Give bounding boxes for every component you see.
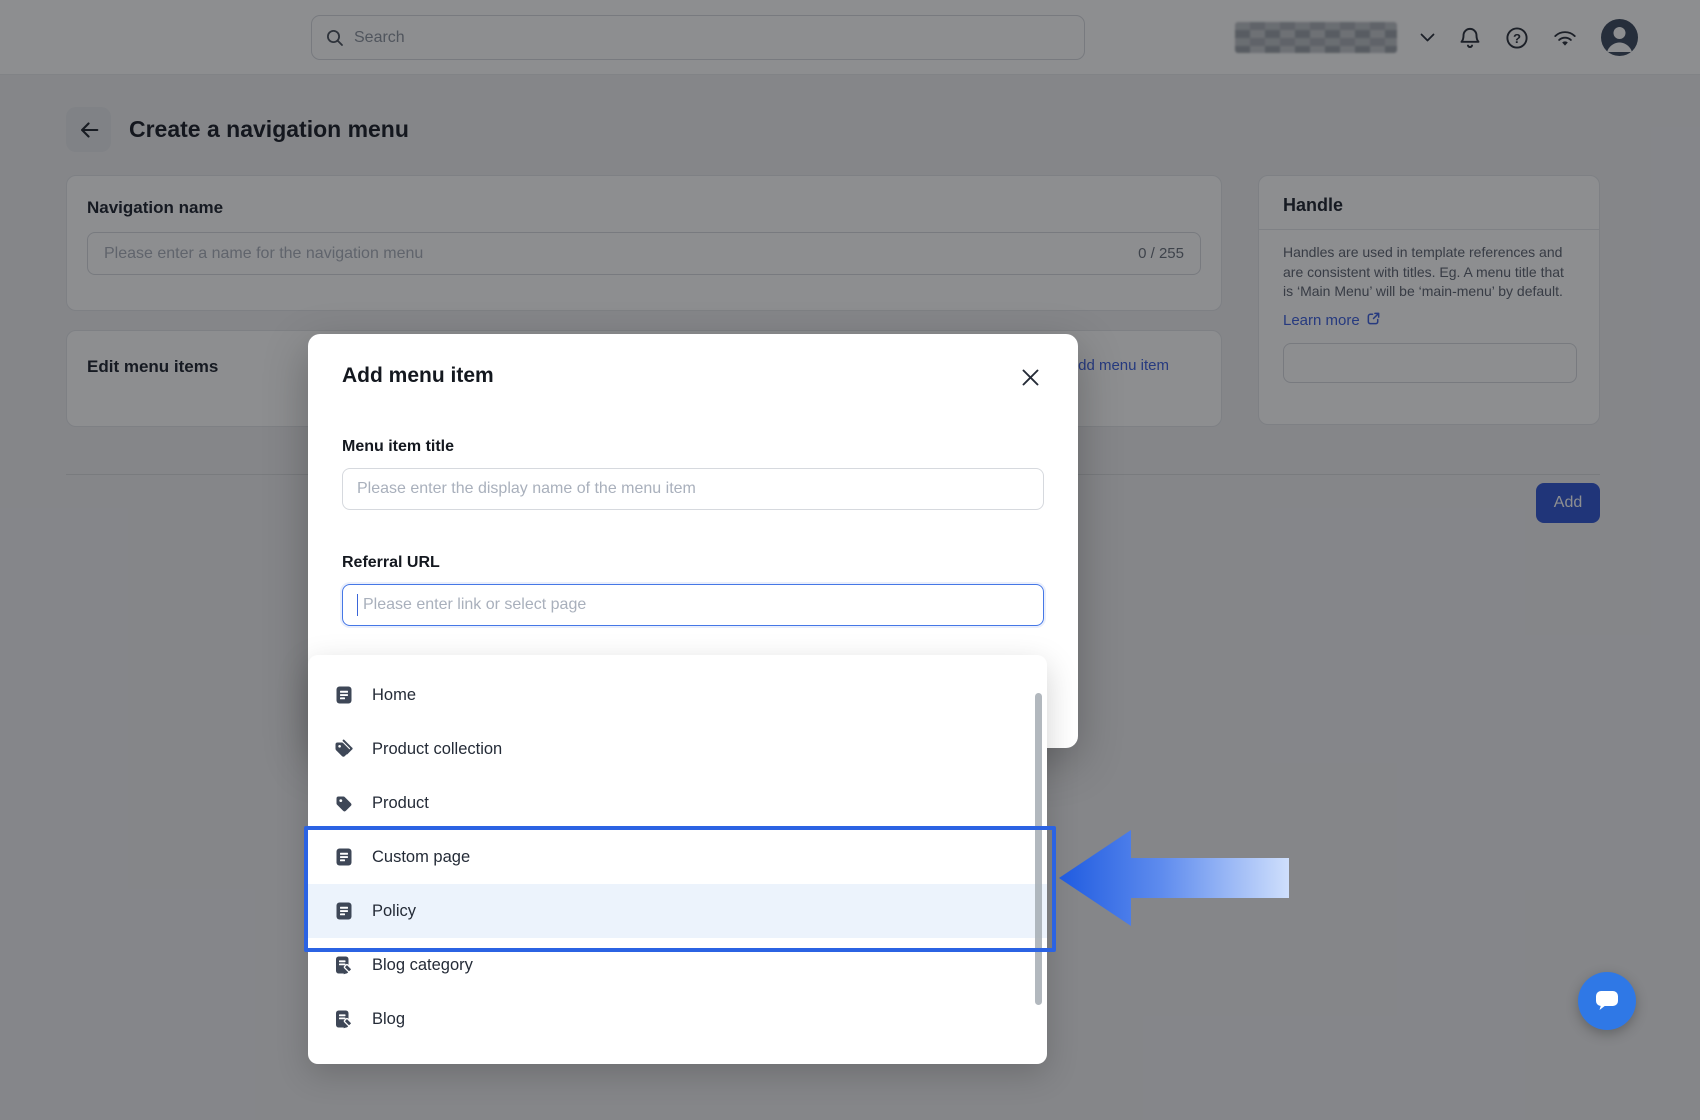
tag-icon <box>334 793 354 813</box>
modal-title: Add menu item <box>342 364 494 388</box>
dropdown-item[interactable]: Blog category <box>308 938 1047 992</box>
dropdown-item-label: Blog category <box>372 956 473 975</box>
blog-icon <box>334 955 354 975</box>
page-icon <box>334 685 354 705</box>
page-icon <box>334 847 354 867</box>
referral-url-input[interactable]: Please enter link or select page <box>342 584 1044 626</box>
dropdown-item[interactable]: Custom page <box>308 830 1047 884</box>
dropdown-item-label: Custom page <box>372 848 470 867</box>
tags-icon <box>334 739 354 759</box>
page-select-dropdown: Home Product collection Product Custom page… <box>308 655 1047 1064</box>
page-icon <box>334 901 354 921</box>
chat-icon <box>1593 987 1621 1016</box>
dropdown-item[interactable]: Policy <box>308 884 1047 938</box>
referral-url-placeholder: Please enter link or select page <box>363 596 586 614</box>
dropdown-item-label: Blog <box>372 1010 405 1029</box>
app-screen: ? Create a navigation menu Navigation na… <box>0 0 1700 1120</box>
close-icon[interactable] <box>1017 364 1044 394</box>
dropdown-item-label: Home <box>372 686 416 705</box>
blog-icon <box>334 1009 354 1029</box>
dropdown-item-label: Policy <box>372 902 416 921</box>
dropdown-item[interactable]: Product collection <box>308 722 1047 776</box>
dropdown-item[interactable]: Product <box>308 776 1047 830</box>
dropdown-item-label: Product collection <box>372 740 502 759</box>
chat-button[interactable] <box>1578 972 1636 1030</box>
dropdown-item[interactable]: Blog <box>308 992 1047 1046</box>
menu-item-title-label: Menu item title <box>342 438 1044 456</box>
menu-item-title-input[interactable] <box>342 468 1044 510</box>
referral-url-label: Referral URL <box>342 554 1044 572</box>
dropdown-item-label: Product <box>372 794 429 813</box>
dropdown-item[interactable]: Home <box>308 668 1047 722</box>
scrollbar-thumb[interactable] <box>1035 693 1042 1005</box>
text-caret <box>357 594 358 616</box>
